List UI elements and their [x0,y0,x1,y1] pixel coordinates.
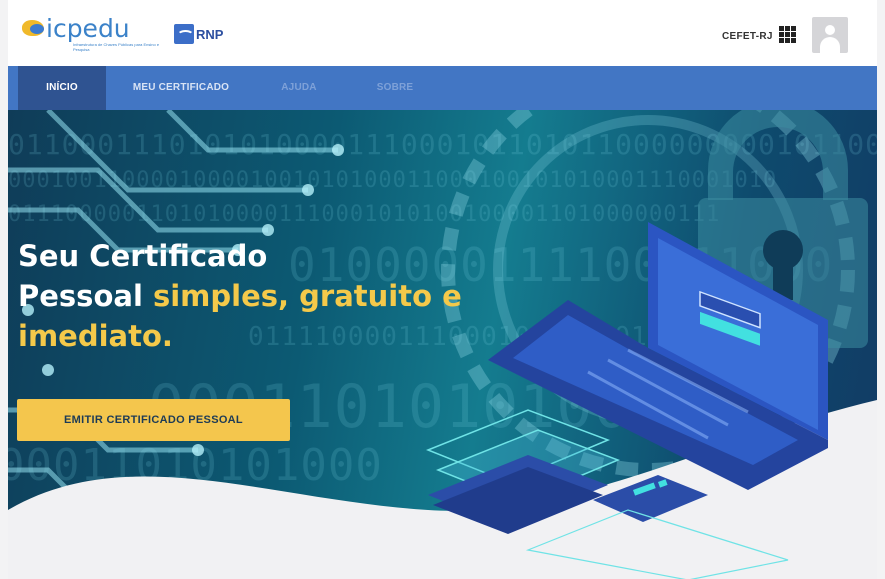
rnp-logo-text: RNP [196,27,224,42]
cloud-logo-accent-icon [30,24,44,34]
issue-certificate-button[interactable]: EMITIR CERTIFICADO PESSOAL [17,399,290,441]
brand-name: icpedu [46,14,130,43]
tab-sobre[interactable]: SOBRE [360,66,430,110]
institution-label: CEFET-RJ [722,31,773,42]
headline-line-2: Pessoal simples, gratuito e [18,276,462,316]
headline-line-2-yellow: simples, gratuito e [152,279,462,313]
tab-inicio[interactable]: INÍCIO [18,66,106,110]
grid-icon[interactable] [779,26,796,43]
headline-line-2-white: Pessoal [18,279,153,313]
top-header: icpedu Infraestrutura de Chaves Públicas… [8,0,877,66]
hero-headline: Seu Certificado Pessoal simples, gratuit… [18,236,462,356]
brand-tagline: Infraestrutura de Chaves Públicas para E… [73,42,160,52]
user-avatar-icon[interactable] [812,17,848,53]
icpedu-logo[interactable]: icpedu Infraestrutura de Chaves Públicas… [22,14,159,52]
hero-banner: 0110001110101010000111000101101011000000… [8,110,877,579]
tab-meu-certificado[interactable]: MEU CERTIFICADO [122,66,240,110]
rnp-logo-icon [174,24,194,44]
headline-line-1: Seu Certificado [18,239,268,273]
page-frame: icpedu Infraestrutura de Chaves Públicas… [8,0,877,579]
tab-ajuda[interactable]: AJUDA [264,66,334,110]
main-nav: INÍCIO MEU CERTIFICADO AJUDA SOBRE [8,66,877,110]
headline-line-3: imediato. [18,319,173,353]
